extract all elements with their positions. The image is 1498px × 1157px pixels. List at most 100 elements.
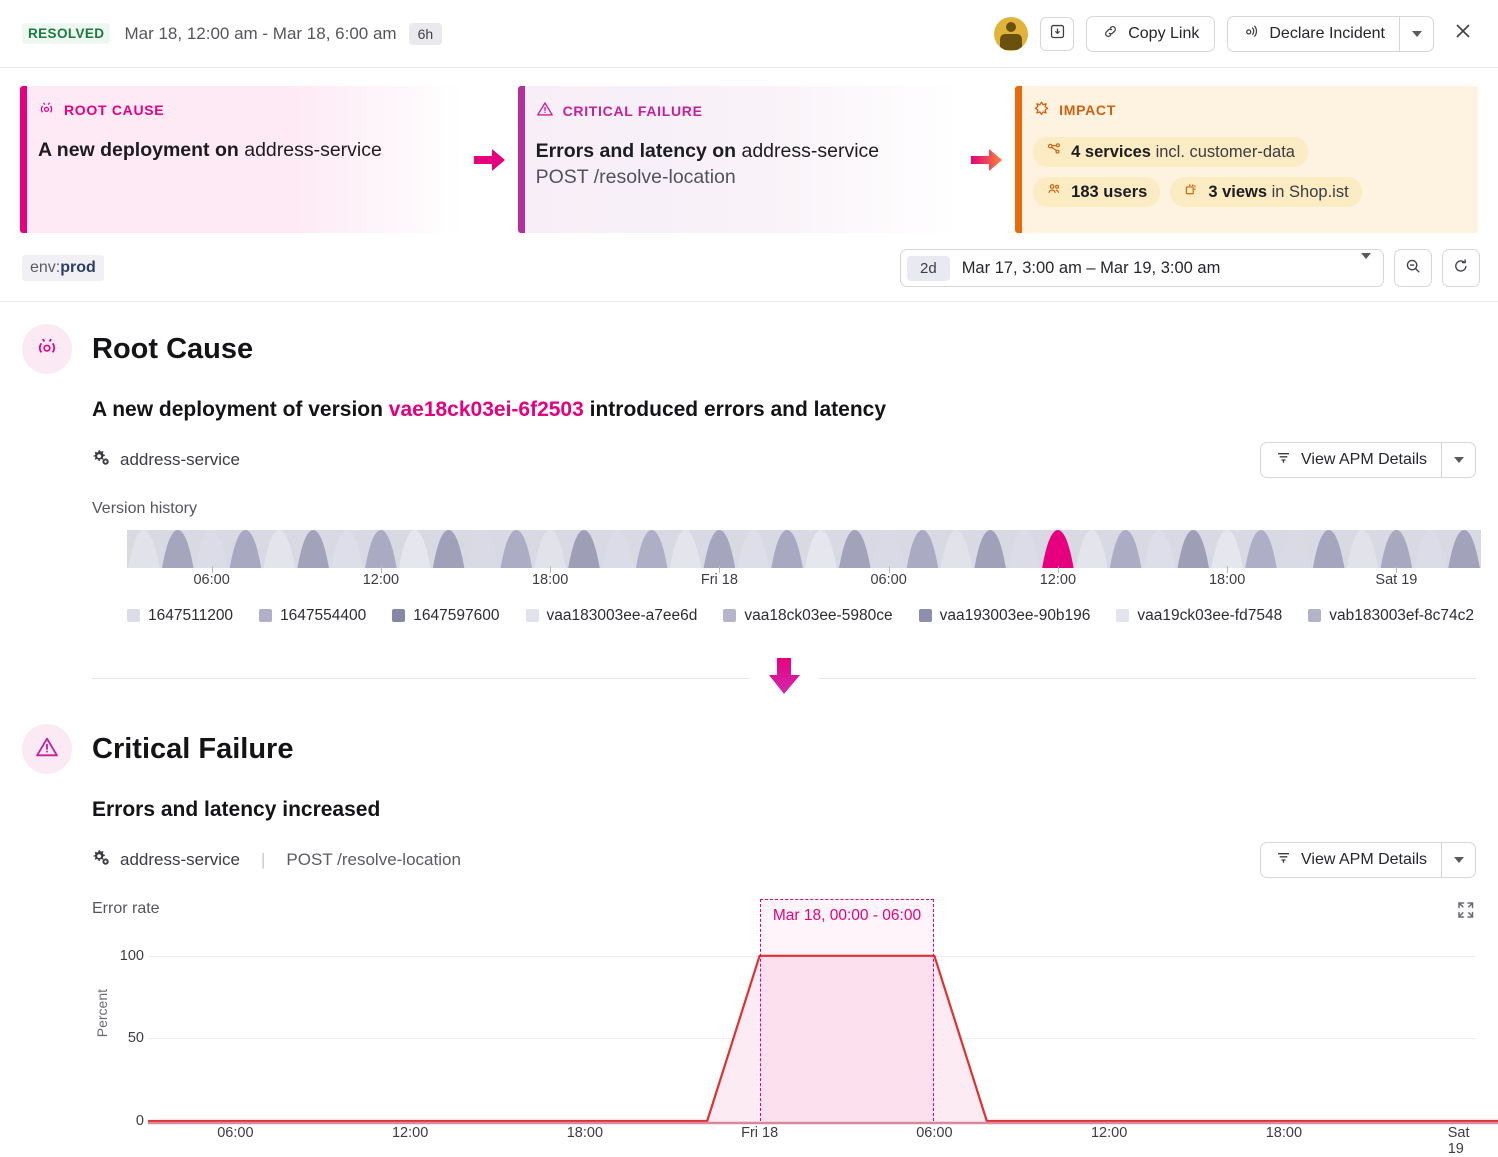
link-icon	[1102, 23, 1119, 45]
error-rate-plot: Mar 18, 00:00 - 06:00	[148, 931, 1476, 1121]
flow-arrow-2	[959, 86, 1015, 233]
save-report-button[interactable]	[1040, 17, 1074, 51]
x-tick-label: 06:00	[217, 1125, 253, 1141]
zoom-out-icon	[1404, 257, 1422, 280]
root-cause-service[interactable]: address-service	[92, 448, 240, 472]
critical-failure-apm-caret[interactable]	[1441, 843, 1475, 877]
root-cause-header: Root Cause	[22, 302, 1476, 374]
services-icon	[1046, 141, 1063, 163]
zoom-out-button[interactable]	[1394, 249, 1432, 287]
x-tick-label: Sat 19	[1375, 572, 1417, 588]
chevron-down-icon[interactable]	[1361, 259, 1371, 277]
avatar[interactable]	[994, 17, 1028, 51]
close-button[interactable]	[1446, 17, 1480, 51]
error-rate-x-axis: 06:0012:0018:00Fri 1806:0012:0018:00Sat …	[148, 1121, 1476, 1147]
views-icon	[1183, 181, 1200, 203]
legend-item[interactable]: 1647597600	[392, 607, 499, 625]
impact-chip-views[interactable]: 3 views in Shop.ist	[1170, 177, 1361, 207]
critical-failure-body: Errors and latency increased address-ser…	[22, 798, 1476, 1147]
error-rate-annotation-label: Mar 18, 00:00 - 06:00	[773, 907, 921, 925]
critical-failure-endpoint[interactable]: POST /resolve-location	[286, 850, 460, 870]
env-filter-value: prod	[60, 259, 96, 276]
close-icon	[1452, 20, 1474, 47]
chevron-down-icon	[1454, 457, 1464, 463]
critical-failure-headline: Errors and latency increased	[92, 798, 1476, 822]
declare-incident-caret[interactable]	[1399, 17, 1433, 51]
incident-time-range: Mar 18, 12:00 am - Mar 18, 6:00 am	[124, 24, 396, 44]
version-history-label: Version history	[92, 500, 1476, 518]
card-accent-bar	[1015, 86, 1022, 233]
chevron-down-glyph	[1361, 253, 1371, 276]
chevron-down-icon	[1454, 857, 1464, 863]
card-accent-bar	[20, 86, 27, 233]
env-filter-tag[interactable]: env:prod	[22, 255, 104, 281]
version-history-chart[interactable]: 06:0012:0018:00Fri 1806:0012:0018:00Sat …	[92, 530, 1476, 629]
impact-chip-row-1: 4 services incl. customer-data	[1033, 137, 1460, 167]
root-cause-headline-post: introduced errors and latency	[584, 398, 886, 421]
legend-item[interactable]: vaa19ck03ee-fd7548	[1116, 607, 1282, 625]
card-root-cause[interactable]: ROOT CAUSE A new deployment on address-s…	[20, 86, 462, 233]
root-cause-service-name: address-service	[120, 450, 240, 470]
broadcast-icon	[1242, 22, 1260, 45]
legend-item[interactable]: vaa183003ee-a7ee6d	[526, 607, 698, 625]
x-tick-label: 06:00	[870, 572, 906, 588]
card-critical-failure-title: Errors and latency on address-service	[536, 138, 942, 164]
impact-burst-icon	[1033, 100, 1050, 120]
critical-failure-apm-main[interactable]: View APM Details	[1261, 843, 1441, 877]
x-tick-label: 18:00	[532, 572, 568, 588]
error-rate-chart[interactable]: Percent 050100 Mar 18, 00:00 - 06:00	[92, 931, 1476, 1121]
root-cause-apm-main[interactable]: View APM Details	[1261, 443, 1441, 477]
x-tick-label: 06:00	[193, 572, 229, 588]
legend-label: 1647554400	[280, 607, 366, 625]
copy-link-button[interactable]: Copy Link	[1086, 16, 1215, 52]
critical-failure-service[interactable]: address-service | POST /resolve-location	[92, 848, 461, 872]
legend-item[interactable]: vaa193003ee-90b196	[919, 607, 1091, 625]
top-bar: RESOLVED Mar 18, 12:00 am - Mar 18, 6:00…	[0, 0, 1498, 68]
impact-chip-services[interactable]: 4 services incl. customer-data	[1033, 137, 1308, 167]
incident-duration-chip: 6h	[409, 23, 443, 45]
root-cause-version[interactable]: vae18ck03ei-6f2503	[389, 398, 584, 421]
error-rate-expand-button[interactable]	[1456, 900, 1476, 925]
impact-chip-users[interactable]: 183 users	[1033, 177, 1160, 207]
root-cause-apm-caret[interactable]	[1441, 443, 1475, 477]
root-cause-apm-button[interactable]: View APM Details	[1260, 442, 1476, 478]
x-tick-label: Sat 19	[1448, 1125, 1470, 1157]
legend-item[interactable]: vaa18ck03ee-5980ce	[723, 607, 892, 625]
reset-time-button[interactable]	[1442, 249, 1480, 287]
card-critical-failure-title-bold: Errors and latency on	[536, 140, 742, 162]
root-cause-target-icon	[35, 335, 59, 364]
card-impact-label-text: IMPACT	[1059, 102, 1116, 118]
legend-label: vaa18ck03ee-5980ce	[744, 607, 892, 625]
meta-separator: |	[261, 850, 265, 870]
legend-item[interactable]: 1647554400	[259, 607, 366, 625]
legend-swatch	[1116, 609, 1129, 622]
legend-label: 1647511200	[148, 607, 233, 625]
legend-label: 1647597600	[413, 607, 499, 625]
card-critical-failure-label: CRITICAL FAILURE	[536, 100, 942, 121]
arrow-right-icon	[969, 146, 1005, 174]
root-cause-title: Root Cause	[92, 333, 253, 366]
declare-incident-button[interactable]: Declare Incident	[1227, 16, 1434, 52]
warning-triangle-icon	[536, 100, 554, 121]
card-critical-failure[interactable]: CRITICAL FAILURE Errors and latency on a…	[518, 86, 960, 233]
critical-failure-apm-button[interactable]: View APM Details	[1260, 842, 1476, 878]
version-history-band[interactable]	[127, 530, 1481, 568]
date-range-picker[interactable]: 2d Mar 17, 3:00 am – Mar 19, 3:00 am	[900, 249, 1384, 287]
card-critical-failure-subtitle: POST /resolve-location	[536, 164, 942, 190]
declare-incident-main[interactable]: Declare Incident	[1228, 17, 1399, 51]
x-tick-label: 06:00	[916, 1125, 952, 1141]
critical-failure-bubble	[22, 724, 72, 774]
card-accent-bar	[518, 86, 525, 233]
legend-item[interactable]: vab183003ef-8c74c2	[1308, 607, 1474, 625]
root-cause-body: A new deployment of version vae18ck03ei-…	[22, 398, 1476, 629]
x-tick-label: 12:00	[363, 572, 399, 588]
date-range-text: Mar 17, 3:00 am – Mar 19, 3:00 am	[962, 259, 1221, 278]
legend-label: vaa19ck03ee-fd7548	[1137, 607, 1282, 625]
critical-failure-meta-row: address-service | POST /resolve-location…	[92, 842, 1476, 878]
root-cause-meta-row: address-service View APM Details	[92, 442, 1476, 478]
legend-item[interactable]: 1647511200	[127, 607, 233, 625]
impact-chip-users-bold: 183 users	[1071, 183, 1147, 201]
card-impact[interactable]: IMPACT 4 services incl. customer-data	[1015, 86, 1478, 233]
apm-list-icon	[1275, 849, 1292, 871]
service-gears-icon	[92, 448, 111, 472]
